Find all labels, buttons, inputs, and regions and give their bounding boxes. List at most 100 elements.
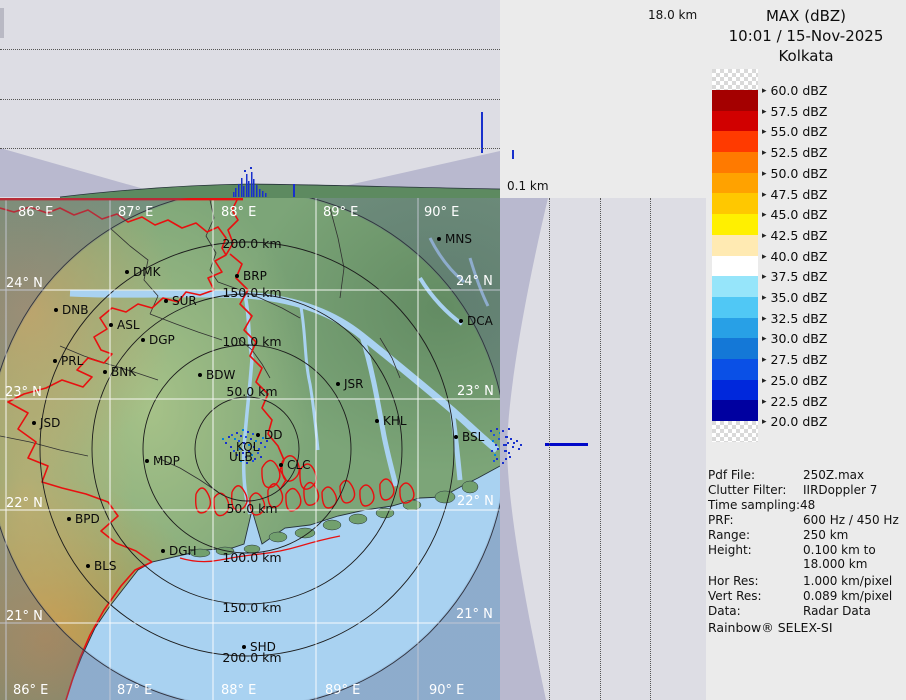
city-dot bbox=[86, 564, 90, 568]
legend-entry: ▸35.0 dBZ bbox=[762, 290, 827, 305]
city-dot bbox=[161, 549, 165, 553]
lon-label: 89° E bbox=[325, 683, 360, 698]
city-dot bbox=[54, 308, 58, 312]
city-marker: SUR bbox=[164, 294, 197, 308]
metadata-row: Data:Radar Data bbox=[708, 604, 904, 618]
tick-arrow-icon: ▸ bbox=[762, 355, 767, 365]
city-dot bbox=[437, 237, 441, 241]
metadata-row: Vert Res:0.089 km/pixel bbox=[708, 589, 904, 603]
tick-arrow-icon: ▸ bbox=[762, 376, 767, 386]
lat-label: 22° N bbox=[457, 494, 494, 509]
tick-arrow-icon: ▸ bbox=[762, 86, 767, 96]
metadata-row: Height:0.100 km to bbox=[708, 543, 904, 557]
color-band bbox=[712, 235, 758, 256]
tick-arrow-icon: ▸ bbox=[762, 272, 767, 282]
city-dot bbox=[164, 299, 168, 303]
lon-label: 90° E bbox=[424, 205, 459, 220]
city-dot bbox=[459, 319, 463, 323]
lon-label: 89° E bbox=[323, 205, 358, 220]
city-dot bbox=[109, 323, 113, 327]
legend-entry: ▸22.5 dBZ bbox=[762, 394, 827, 409]
transparent-band bbox=[712, 69, 758, 90]
city-dot bbox=[242, 645, 246, 649]
city-dot bbox=[32, 421, 36, 425]
ring-label: 150.0 km bbox=[222, 285, 282, 300]
color-scale bbox=[712, 69, 758, 442]
city-marker: SHD bbox=[242, 640, 276, 654]
metadata-row: Clutter Filter:IIRDoppler 7 bbox=[708, 483, 904, 497]
right-cross-section-panel bbox=[500, 198, 706, 700]
city-marker: MNS bbox=[437, 232, 472, 246]
legend-entry: ▸27.5 dBZ bbox=[762, 352, 827, 367]
tick-arrow-icon: ▸ bbox=[762, 334, 767, 344]
city-marker: BLS bbox=[86, 559, 117, 573]
city-dot bbox=[198, 373, 202, 377]
tick-arrow-icon: ▸ bbox=[762, 148, 767, 158]
legend-entry: ▸32.5 dBZ bbox=[762, 311, 827, 326]
city-dot bbox=[256, 433, 260, 437]
city-marker: DMK bbox=[125, 265, 160, 279]
tick-arrow-icon: ▸ bbox=[762, 127, 767, 137]
color-band bbox=[712, 400, 758, 421]
ring-label: 100.0 km bbox=[222, 334, 282, 349]
lat-label: 24° N bbox=[456, 274, 493, 289]
city-dot bbox=[336, 382, 340, 386]
legend-entry: ▸30.0 dBZ bbox=[762, 331, 827, 346]
city-dot bbox=[103, 370, 107, 374]
city-marker: BRP bbox=[235, 269, 267, 283]
city-marker: BPD bbox=[67, 512, 100, 526]
echo-tick bbox=[512, 150, 514, 159]
metadata-row: Pdf File:250Z.max bbox=[708, 468, 904, 482]
ring-label: 200.0 km bbox=[222, 236, 282, 251]
height-gridline bbox=[549, 198, 550, 700]
product-datetime: 10:01 / 15-Nov-2025 bbox=[706, 26, 906, 46]
product-title: MAX (dBZ) bbox=[706, 6, 906, 26]
lon-label: 90° E bbox=[429, 683, 464, 698]
metadata-row: PRF:600 Hz / 450 Hz bbox=[708, 513, 904, 527]
tick-arrow-icon: ▸ bbox=[762, 190, 767, 200]
city-marker: BSL bbox=[454, 430, 484, 444]
transparent-band bbox=[712, 421, 758, 442]
radar-display-window: { "header": { "title": "MAX (dBZ)", "dat… bbox=[0, 0, 906, 700]
city-dot bbox=[67, 517, 71, 521]
city-marker: DCA bbox=[459, 314, 493, 328]
tick-arrow-icon: ▸ bbox=[762, 107, 767, 117]
legend-entry: ▸47.5 dBZ bbox=[762, 187, 827, 202]
height-gridline bbox=[0, 148, 500, 149]
ring-label: 150.0 km bbox=[222, 600, 282, 615]
color-band bbox=[712, 380, 758, 401]
color-band bbox=[712, 256, 758, 277]
city-marker: DGH bbox=[161, 544, 197, 558]
tick-arrow-icon: ▸ bbox=[762, 231, 767, 241]
lon-label: 87° E bbox=[118, 205, 153, 220]
metadata-row: Range:250 km bbox=[708, 528, 904, 542]
legend-entry: ▸42.5 dBZ bbox=[762, 228, 827, 243]
min-height-label: 0.1 km bbox=[507, 179, 549, 193]
city-marker: JSD bbox=[32, 416, 60, 430]
color-band bbox=[712, 90, 758, 111]
height-gridline bbox=[650, 198, 651, 700]
legend-entry: ▸52.5 dBZ bbox=[762, 145, 827, 160]
city-dot bbox=[279, 463, 283, 467]
color-band bbox=[712, 131, 758, 152]
color-band bbox=[712, 214, 758, 235]
city-marker: MDP bbox=[145, 454, 180, 468]
city-marker: ULB bbox=[229, 450, 253, 464]
legend-entry: ▸40.0 dBZ bbox=[762, 249, 827, 264]
color-band bbox=[712, 359, 758, 380]
lat-label: 24° N bbox=[6, 276, 43, 291]
lon-label: 88° E bbox=[221, 205, 256, 220]
city-dot bbox=[375, 419, 379, 423]
color-band bbox=[712, 318, 758, 339]
metadata-row: Hor Res:1.000 km/pixel bbox=[708, 574, 904, 588]
software-brand: Rainbow® SELEX-SI bbox=[708, 620, 833, 635]
ring-label: 50.0 km bbox=[222, 501, 282, 516]
ring-label: 100.0 km bbox=[222, 550, 282, 565]
lat-label: 21° N bbox=[6, 609, 43, 624]
tick-arrow-icon: ▸ bbox=[762, 417, 767, 427]
color-band bbox=[712, 111, 758, 132]
legend-entry: ▸50.0 dBZ bbox=[762, 166, 827, 181]
color-band bbox=[712, 297, 758, 318]
city-marker: ASL bbox=[109, 318, 140, 332]
city-marker: DGP bbox=[141, 333, 175, 347]
